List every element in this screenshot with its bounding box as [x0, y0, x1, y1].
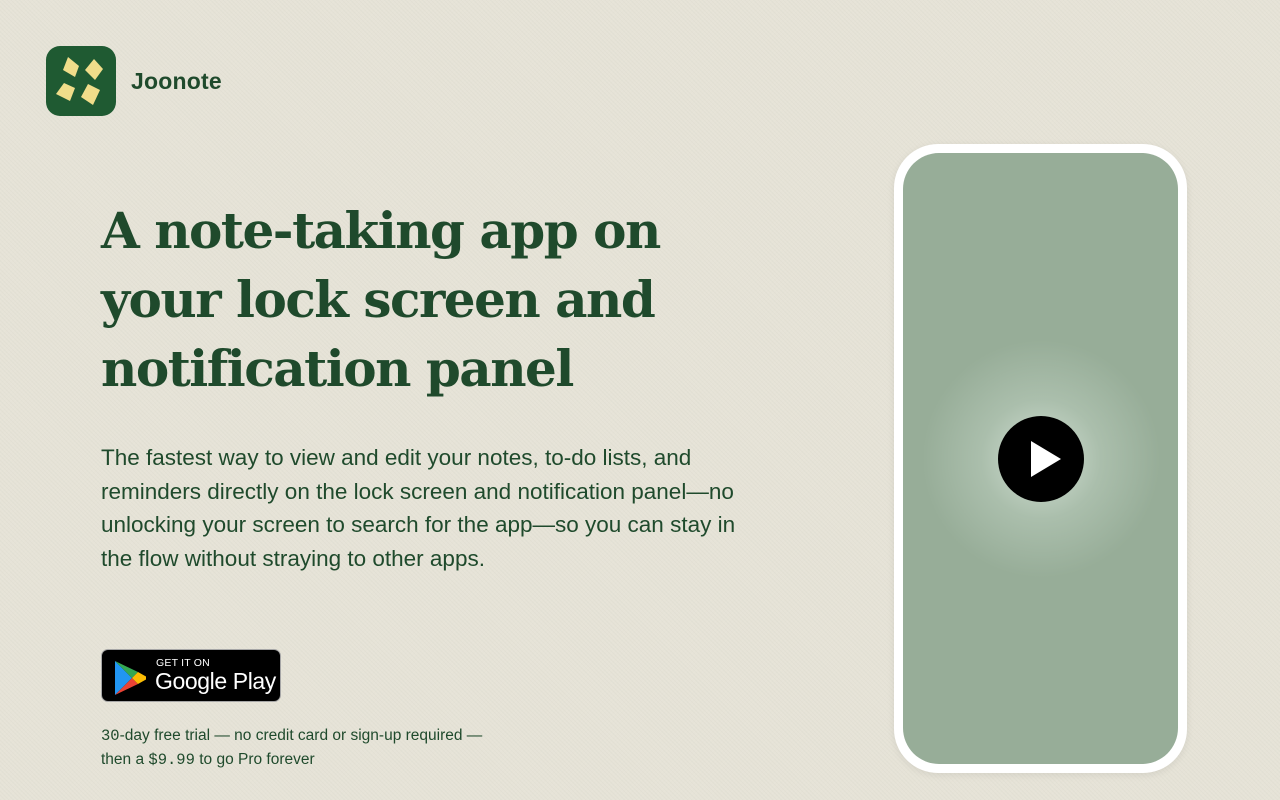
app-logo-icon[interactable]: [46, 46, 116, 116]
trial-note: 30-day free trial — no credit card or si…: [101, 724, 521, 772]
phone-mockup: [894, 144, 1187, 773]
hero-description: The fastest way to view and edit your no…: [101, 445, 736, 571]
trial-text-3: to go Pro forever: [194, 751, 315, 768]
trial-price: $9.99: [148, 751, 195, 769]
google-play-badge-button[interactable]: GET IT ON Google Play: [101, 649, 281, 702]
play-icon: [1030, 440, 1061, 477]
badge-big-text: Google Play: [155, 668, 276, 694]
trial-days: 30: [101, 727, 120, 745]
video-preview[interactable]: [903, 153, 1178, 764]
brand-name[interactable]: Joonote: [131, 68, 222, 95]
trial-text-1: -day free trial — no credit card or sign…: [119, 727, 483, 744]
brand-header: Joonote: [46, 46, 222, 116]
hero-headline: A note-taking app on your lock screen an…: [101, 201, 661, 398]
play-video-button[interactable]: [997, 415, 1084, 502]
google-play-icon: [113, 660, 147, 701]
trial-text-2: then a: [101, 751, 149, 768]
